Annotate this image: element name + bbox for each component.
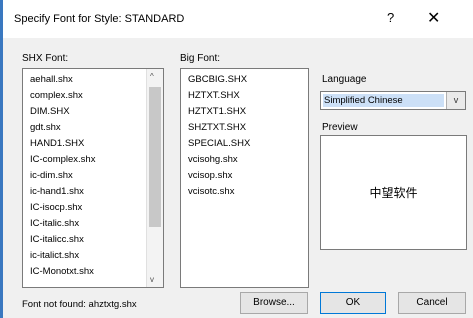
preview-label: Preview (322, 122, 358, 133)
shx-font-item[interactable]: ic-hand1.shx (30, 186, 84, 197)
big-font-list[interactable]: GBCBIG.SHX HZTXT.SHX HZTXT1.SHX SHZTXT.S… (180, 68, 309, 288)
shx-font-label: SHX Font: (22, 53, 69, 64)
language-select[interactable]: Simplified Chinese v (320, 91, 466, 110)
big-font-item[interactable]: HZTXT1.SHX (188, 106, 246, 117)
chevron-down-icon[interactable]: v (446, 92, 465, 109)
shx-font-item[interactable]: IC-italicc.shx (30, 234, 84, 245)
scroll-up-icon[interactable]: ^ (150, 72, 154, 81)
shx-font-item[interactable]: DIM.SHX (30, 106, 70, 117)
shx-font-scrollbar[interactable]: ^ v (146, 69, 163, 287)
big-font-item[interactable]: vcisohg.shx (188, 154, 238, 165)
big-font-item[interactable]: HZTXT.SHX (188, 90, 240, 101)
big-font-item[interactable]: vcisop.shx (188, 170, 232, 181)
window-edge (0, 0, 3, 318)
big-font-item[interactable]: SPECIAL.SHX (188, 138, 250, 149)
shx-font-item[interactable]: HAND1.SHX (30, 138, 84, 149)
shx-font-item[interactable]: gdt.shx (30, 122, 61, 133)
dialog-title: Specify Font for Style: STANDARD (14, 13, 185, 25)
shx-font-item[interactable]: IC-isocp.shx (30, 202, 82, 213)
shx-font-item[interactable]: IC-Monotxt.shx (30, 266, 94, 277)
shx-font-item[interactable]: complex.shx (30, 90, 83, 101)
language-label: Language (322, 74, 367, 85)
language-selected-value: Simplified Chinese (324, 95, 403, 106)
browse-button[interactable]: Browse... (240, 292, 308, 314)
big-font-item[interactable]: GBCBIG.SHX (188, 74, 247, 85)
shx-font-item[interactable]: IC-complex.shx (30, 154, 95, 165)
big-font-item[interactable]: vcisotc.shx (188, 186, 234, 197)
shx-font-item[interactable]: IC-italic.shx (30, 218, 79, 229)
scroll-down-icon[interactable]: v (150, 275, 154, 284)
big-font-label: Big Font: (180, 53, 221, 64)
cancel-button[interactable]: Cancel (398, 292, 466, 314)
help-button[interactable]: ? (387, 10, 394, 25)
title-bar: Specify Font for Style: STANDARD ? ✕ (3, 0, 473, 38)
preview-sample-text: 中望软件 (369, 186, 418, 200)
shx-font-item[interactable]: ic-italict.shx (30, 250, 79, 261)
close-button[interactable]: ✕ (427, 8, 440, 28)
ok-button[interactable]: OK (320, 292, 386, 314)
preview-box: 中望软件 (320, 135, 467, 250)
scroll-thumb[interactable] (149, 87, 161, 227)
status-message: Font not found: ahztxtg.shx (22, 299, 137, 310)
font-style-dialog: Specify Font for Style: STANDARD ? ✕ SHX… (0, 0, 473, 318)
shx-font-list[interactable]: aehall.shx complex.shx DIM.SHX gdt.shx H… (22, 68, 164, 288)
shx-font-item[interactable]: aehall.shx (30, 74, 73, 85)
big-font-item[interactable]: SHZTXT.SHX (188, 122, 246, 133)
shx-font-item[interactable]: ic-dim.shx (30, 170, 73, 181)
